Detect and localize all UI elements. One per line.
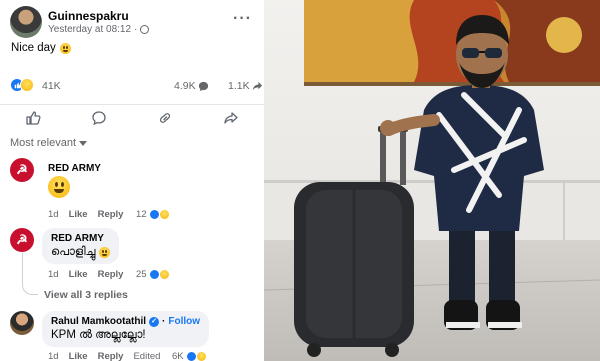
author-avatar[interactable] [10, 6, 42, 38]
red-army-avatar[interactable]: ☭ [10, 228, 34, 252]
reactions-count[interactable]: 41K [42, 80, 61, 92]
comment-like-button[interactable]: Like [69, 269, 88, 280]
comment-button[interactable] [79, 106, 119, 130]
comment-reply-button[interactable]: Reply [98, 351, 124, 361]
link-icon [159, 112, 171, 123]
smile-emoji-icon [59, 42, 71, 54]
separator-dot: · [162, 316, 166, 327]
comment-item: ☭ RED ARMY 1d Like Reply 12 [10, 158, 260, 222]
like-reaction-icon [185, 351, 197, 361]
comment-bubble: Rahul Mamkootathil ✓ · Follow KPM ൽ അല്ല… [42, 311, 210, 347]
comment-text: KPM ൽ അല്ലല്ലോ! [51, 329, 200, 342]
laugh-reaction-icon [20, 78, 34, 92]
verified-badge-icon: ✓ [149, 316, 160, 327]
share-count-icon [252, 81, 262, 90]
post-photo-image [264, 0, 600, 361]
smile-emoji-icon [99, 247, 111, 258]
comment-reaction-count: 6K [172, 351, 184, 361]
comment-meta: 1d Like Reply [48, 209, 123, 220]
comment-reaction-count: 25 [136, 269, 147, 280]
post-header: Guinnespakru Yesterday at 08:12 · ··· [10, 6, 260, 38]
comment-count-icon [198, 81, 208, 91]
red-army-avatar[interactable]: ☭ [10, 158, 34, 182]
comment-text-content: പൊളിച്ചു [51, 246, 96, 258]
edited-label: Edited [133, 351, 161, 361]
comment-like-button[interactable]: Like [69, 351, 88, 361]
post-panel: Guinnespakru Yesterday at 08:12 · ··· Ni… [0, 0, 264, 361]
comment-item: Rahul Mamkootathil ✓ · Follow KPM ൽ അല്ല… [10, 311, 260, 361]
copy-link-button[interactable] [145, 106, 185, 130]
globe-icon [140, 25, 150, 34]
comment-meta: 1d Like Reply Edited [48, 351, 160, 361]
comment-like-button[interactable]: Like [69, 209, 88, 220]
comment-item: ☭ RED ARMY പൊളിച്ചു 1d Like Reply 25 [10, 228, 260, 286]
shares-count-text: 1.1K [228, 80, 250, 92]
laugh-reaction-icon [158, 269, 170, 280]
share-button[interactable] [211, 106, 251, 130]
reactions-summary: 41K 4.9K 1.1K [10, 78, 262, 94]
author-name[interactable]: Guinnespakru [48, 9, 129, 23]
comment-meta: 1d Like Reply [48, 269, 123, 280]
post-photo[interactable] [264, 0, 600, 361]
comment-text: പൊളിച്ചു [51, 246, 111, 259]
comment-reply-button[interactable]: Reply [98, 269, 124, 280]
sort-label: Most relevant [10, 137, 77, 149]
comments-count-text: 4.9K [174, 80, 196, 92]
laugh-reaction-icon [158, 209, 170, 220]
comment-time[interactable]: 1d [48, 209, 59, 220]
reaction-icons[interactable] [10, 78, 34, 92]
view-replies-link[interactable]: View all 3 replies [44, 289, 128, 301]
share-arrow-icon [224, 111, 238, 124]
comment-reaction-count: 12 [136, 209, 147, 220]
smile-emoji-icon [48, 176, 70, 198]
post-text: Nice day [11, 42, 71, 54]
comment-reactions[interactable]: 6K [172, 351, 207, 361]
laugh-reaction-icon [195, 351, 207, 361]
comment-text-content: KPM ൽ അല്ലല്ലോ! [51, 329, 146, 341]
more-options-icon[interactable]: ··· [233, 10, 252, 28]
reply-thread-line [22, 253, 38, 295]
comment-time[interactable]: 1d [48, 351, 59, 361]
comment-bubble: RED ARMY [42, 158, 107, 203]
post-actions-bar [0, 104, 264, 130]
comment-bubble: RED ARMY പൊളിച്ചു [42, 228, 120, 264]
thumbs-up-icon [26, 110, 41, 125]
like-button[interactable] [13, 106, 53, 130]
like-reaction-icon [148, 209, 160, 220]
comment-text [48, 176, 101, 198]
comments-count[interactable]: 4.9K [174, 80, 209, 92]
chevron-down-icon [79, 140, 88, 146]
commenter-name[interactable]: RED ARMY [51, 233, 110, 244]
post-text-content: Nice day [11, 42, 56, 54]
comment-sort-dropdown[interactable]: Most relevant [10, 137, 88, 149]
shares-count[interactable]: 1.1K [228, 80, 263, 92]
comment-reactions[interactable]: 12 [136, 209, 170, 220]
separator-dot: · [134, 24, 138, 35]
comment-bubble-icon [92, 110, 106, 125]
comment-time[interactable]: 1d [48, 269, 59, 280]
post-meta: Yesterday at 08:12 · [48, 24, 150, 35]
like-reaction-icon [148, 269, 160, 280]
comment-reactions[interactable]: 25 [136, 269, 170, 280]
commenter-name-row: Rahul Mamkootathil ✓ · Follow [51, 316, 200, 327]
commenter-name[interactable]: Rahul Mamkootathil [51, 316, 146, 327]
follow-button[interactable]: Follow [168, 316, 200, 327]
comment-reply-button[interactable]: Reply [98, 209, 124, 220]
commenter-avatar[interactable] [10, 311, 34, 335]
post-timestamp[interactable]: Yesterday at 08:12 [48, 24, 131, 35]
commenter-name[interactable]: RED ARMY [48, 163, 101, 174]
